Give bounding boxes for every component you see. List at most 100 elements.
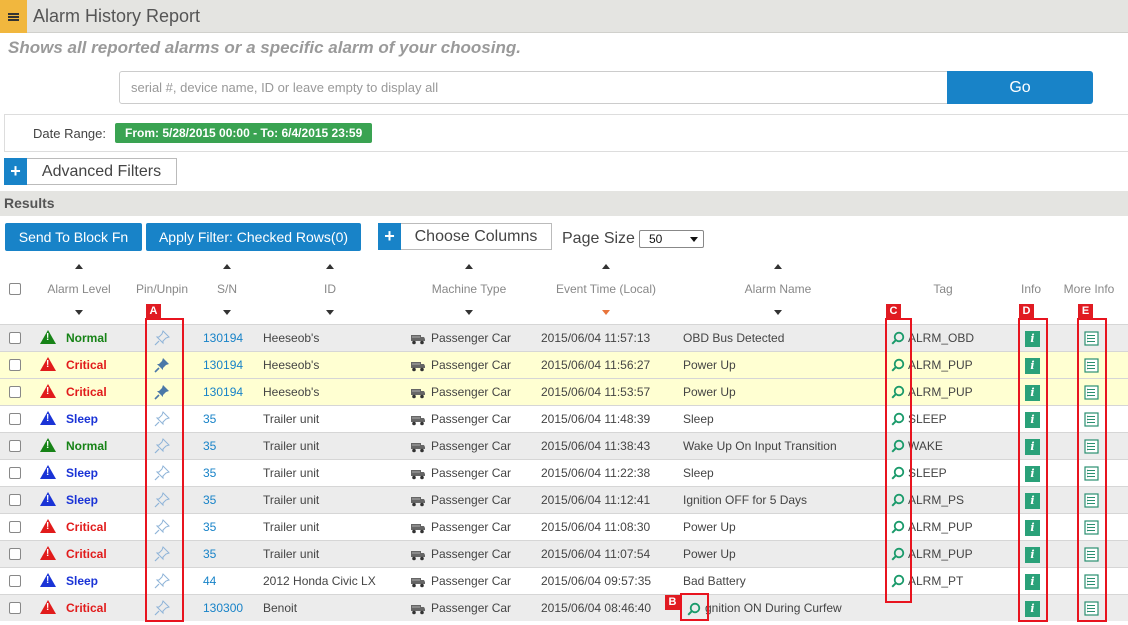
truck-icon [410, 333, 426, 345]
annotation-box-c [885, 318, 912, 603]
row-checkbox[interactable] [9, 467, 21, 479]
device-id-text: Trailer unit [263, 439, 320, 453]
serial-number-link[interactable]: 130300 [203, 601, 243, 615]
hamburger-menu-icon[interactable] [0, 0, 27, 33]
choose-columns-label[interactable]: Choose Columns [401, 223, 552, 250]
warning-triangle-icon: ! [40, 357, 56, 371]
truck-icon [410, 414, 426, 426]
device-id-text: Trailer unit [263, 493, 320, 507]
event-time-text: 2015/06/04 11:22:38 [541, 466, 651, 480]
warning-triangle-icon: ! [40, 411, 56, 425]
truck-icon [410, 603, 426, 615]
sort-desc-active-icon[interactable] [602, 310, 610, 315]
apply-filter-checked-rows-button[interactable]: Apply Filter: Checked Rows(0) [146, 223, 361, 251]
advanced-filters-toggle[interactable]: + Advanced Filters [4, 158, 177, 185]
sort-desc-icon[interactable] [223, 310, 231, 315]
column-header-info: Info [1020, 282, 1042, 296]
device-id-text: Trailer unit [263, 547, 320, 561]
alarm-level-text: Sleep [66, 493, 99, 507]
serial-number-link[interactable]: 35 [203, 520, 216, 534]
row-checkbox[interactable] [9, 494, 21, 506]
sort-asc-icon[interactable] [223, 264, 231, 269]
row-checkbox[interactable] [9, 521, 21, 533]
warning-triangle-icon: ! [40, 438, 56, 452]
choose-columns-toggle[interactable]: + Choose Columns [378, 223, 552, 250]
device-id-text: Heeseob's [263, 385, 320, 399]
serial-number-link[interactable]: 35 [203, 412, 216, 426]
page-title: Alarm History Report [33, 6, 201, 26]
annotation-box-a [145, 318, 184, 622]
annotation-box-e [1077, 318, 1107, 622]
annotation-label-a: A [146, 304, 161, 319]
sort-asc-icon[interactable] [465, 264, 473, 269]
machine-type-text: Passenger Car [431, 520, 512, 534]
serial-number-link[interactable]: 35 [203, 547, 216, 561]
go-button[interactable]: Go [947, 71, 1093, 104]
annotation-box-b [680, 593, 709, 621]
warning-triangle-icon: ! [40, 546, 56, 560]
alarm-level-text: Sleep [66, 412, 99, 426]
alarm-name-text: Bad Battery [683, 574, 746, 588]
column-header-machine-type[interactable]: Machine Type [432, 282, 507, 296]
row-checkbox[interactable] [9, 359, 21, 371]
row-checkbox[interactable] [9, 386, 21, 398]
column-header-alarm-name[interactable]: Alarm Name [745, 282, 812, 296]
send-to-block-fn-button[interactable]: Send To Block Fn [5, 223, 142, 251]
column-header-more-info: More Info [1063, 282, 1115, 296]
row-checkbox[interactable] [9, 575, 21, 587]
serial-number-link[interactable]: 130194 [203, 331, 243, 345]
sort-desc-icon[interactable] [465, 310, 473, 315]
sort-desc-icon[interactable] [774, 310, 782, 315]
annotation-box-d [1018, 318, 1048, 622]
sort-asc-icon[interactable] [75, 264, 83, 269]
sort-asc-icon[interactable] [774, 264, 782, 269]
row-checkbox[interactable] [9, 602, 21, 614]
warning-triangle-icon: ! [40, 600, 56, 614]
serial-number-link[interactable]: 130194 [203, 358, 243, 372]
page-size-select[interactable]: 50 [639, 230, 704, 248]
advanced-filters-label[interactable]: Advanced Filters [27, 158, 177, 185]
alarm-level-text: Critical [66, 385, 107, 399]
row-checkbox[interactable] [9, 440, 21, 452]
sort-desc-icon[interactable] [75, 310, 83, 315]
serial-number-link[interactable]: 35 [203, 466, 216, 480]
column-header-event-time[interactable]: Event Time (Local) [556, 282, 656, 296]
tag-text: ALRM_PT [908, 574, 964, 588]
tag-text: ALRM_PUP [908, 385, 973, 399]
date-range-badge[interactable]: From: 5/28/2015 00:00 - To: 6/4/2015 23:… [115, 123, 373, 143]
serial-number-link[interactable]: 44 [203, 574, 216, 588]
page-subtitle: Shows all reported alarms or a specific … [8, 38, 521, 57]
alarm-name-text: Wake Up On Input Transition [683, 439, 837, 453]
row-checkbox[interactable] [9, 413, 21, 425]
plus-icon[interactable]: + [378, 223, 401, 250]
column-header-id[interactable]: ID [324, 282, 336, 296]
select-all-checkbox[interactable] [9, 283, 21, 295]
plus-icon[interactable]: + [4, 158, 27, 185]
warning-triangle-icon: ! [40, 330, 56, 344]
column-header-sn[interactable]: S/N [217, 282, 237, 296]
device-id-text: Trailer unit [263, 466, 320, 480]
device-id-text: Heeseob's [263, 331, 320, 345]
warning-triangle-icon: ! [40, 519, 56, 533]
row-checkbox[interactable] [9, 548, 21, 560]
row-checkbox[interactable] [9, 332, 21, 344]
sort-asc-icon[interactable] [326, 264, 334, 269]
serial-number-link[interactable]: 130194 [203, 385, 243, 399]
search-input[interactable] [119, 71, 948, 104]
alarm-level-text: Critical [66, 520, 107, 534]
truck-icon [410, 387, 426, 399]
serial-number-link[interactable]: 35 [203, 439, 216, 453]
machine-type-text: Passenger Car [431, 439, 512, 453]
alarm-name-text: gnition ON During Curfew [705, 601, 842, 615]
serial-number-link[interactable]: 35 [203, 493, 216, 507]
event-time-text: 2015/06/04 11:07:54 [541, 547, 651, 561]
sort-desc-icon[interactable] [326, 310, 334, 315]
column-header-alarm-level[interactable]: Alarm Level [47, 282, 110, 296]
device-id-text: Trailer unit [263, 520, 320, 534]
event-time-text: 2015/06/04 11:56:27 [541, 358, 651, 372]
warning-triangle-icon: ! [40, 573, 56, 587]
tag-text: ALRM_PUP [908, 547, 973, 561]
sort-asc-icon[interactable] [602, 264, 610, 269]
tag-text: WAKE [908, 439, 943, 453]
event-time-text: 2015/06/04 11:08:30 [541, 520, 651, 534]
